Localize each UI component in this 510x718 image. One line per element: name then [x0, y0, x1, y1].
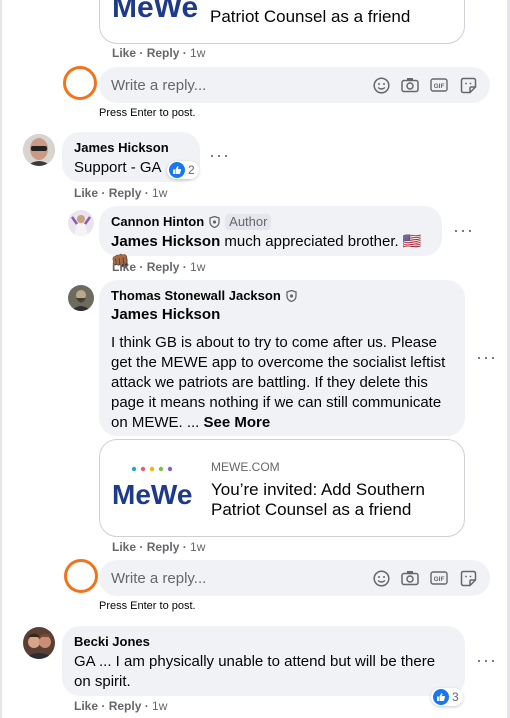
comment-author[interactable]: James Hickson [74, 140, 188, 156]
highlight-circle [64, 559, 98, 593]
mewe-logo: MeWe [112, 0, 199, 24]
timestamp[interactable]: 1w [190, 46, 205, 60]
like-reaction-icon [169, 162, 185, 178]
link-domain: MEWE.COM [211, 460, 280, 474]
more-options-icon[interactable]: ··· [209, 146, 230, 164]
timestamp[interactable]: 1w [152, 186, 167, 200]
timestamp[interactable]: 1w [190, 260, 205, 274]
like-link[interactable]: Like [112, 46, 136, 60]
like-link[interactable]: Like [74, 699, 98, 713]
comment-bubble-thomas-jackson: Thomas Stonewall Jackson James Hickson I… [99, 280, 465, 436]
link-title-line2: Patriot Counsel as a friend [210, 7, 411, 26]
avatar-thomas-stonewall-jackson[interactable] [68, 285, 94, 311]
like-link[interactable]: Like [112, 260, 136, 274]
comment-actions: Like · Reply · 1w [74, 186, 168, 200]
reply-link[interactable]: Reply [147, 540, 180, 554]
svg-text:GIF: GIF [434, 83, 445, 90]
shield-icon [209, 216, 220, 228]
like-reaction-icon [433, 689, 449, 705]
gif-icon[interactable]: GIF [429, 75, 449, 95]
reply-link[interactable]: Reply [109, 699, 142, 713]
like-link[interactable]: Like [112, 540, 136, 554]
reply-link[interactable]: Reply [147, 46, 180, 60]
avatar-cannon-hinton[interactable] [68, 210, 94, 236]
press-enter-hint: Press Enter to post. [99, 600, 196, 612]
more-options-icon[interactable]: ··· [476, 348, 497, 366]
more-options-icon[interactable]: ··· [476, 651, 497, 669]
comment-bubble-cannon-hinton: Cannon Hinton Author James Hickson much … [99, 206, 442, 270]
camera-icon[interactable] [400, 75, 420, 95]
shield-icon [286, 290, 297, 302]
see-more-link[interactable]: See More [204, 414, 271, 431]
comment-actions: Like · Reply · 1w [112, 260, 206, 274]
comment-author[interactable]: Becki Jones [74, 634, 453, 650]
reaction-number: 2 [188, 163, 195, 177]
reaction-count[interactable]: 2 [167, 161, 199, 179]
mewe-logo: MeWe [110, 462, 192, 512]
reply-input[interactable]: Write a reply... GIF [99, 67, 490, 103]
comment-actions-top: Like · Reply · 1w [112, 46, 206, 60]
reply-input[interactable]: Write a reply... GIF [99, 560, 490, 596]
comment-bubble-becki-jones: Becki Jones GA ... I am physically unabl… [62, 626, 465, 696]
camera-icon[interactable] [400, 568, 420, 588]
sticker-icon[interactable] [458, 568, 478, 588]
svg-text:MeWe: MeWe [112, 479, 192, 510]
svg-text:GIF: GIF [434, 576, 445, 583]
reaction-number: 3 [452, 690, 459, 704]
highlight-circle [63, 66, 97, 100]
timestamp[interactable]: 1w [190, 540, 205, 554]
reply-link[interactable]: Reply [109, 186, 142, 200]
author-badge: Author [225, 214, 272, 230]
mention-link[interactable]: James Hickson [111, 233, 220, 250]
mention-link[interactable]: James Hickson [111, 305, 453, 325]
like-link[interactable]: Like [74, 186, 98, 200]
avatar-becki-jones[interactable] [23, 627, 55, 659]
press-enter-hint: Press Enter to post. [99, 107, 196, 119]
timestamp[interactable]: 1w [152, 699, 167, 713]
reply-placeholder: Write a reply... [111, 569, 207, 587]
link-preview-card-top[interactable]: MeWe Patriot Counsel as a friend [99, 0, 465, 44]
emoji-icon[interactable] [371, 75, 391, 95]
avatar-james-hickson[interactable] [23, 134, 55, 166]
comment-text: I think GB is about to try to come after… [111, 334, 446, 431]
comment-author[interactable]: Thomas Stonewall Jackson [111, 288, 281, 304]
link-preview-card[interactable]: MeWe MEWE.COM You’re invited: Add Southe… [99, 439, 465, 537]
gif-icon[interactable]: GIF [429, 568, 449, 588]
more-options-icon[interactable]: ··· [453, 221, 474, 239]
comment-author[interactable]: Cannon Hinton [111, 214, 204, 230]
comment-text: GA ... I am physically unable to attend … [74, 653, 436, 690]
sticker-icon[interactable] [458, 75, 478, 95]
comments-panel: MeWe Patriot Counsel as a friend Like · … [0, 0, 510, 718]
reply-link[interactable]: Reply [147, 260, 180, 274]
emoji-icon[interactable] [371, 568, 391, 588]
reply-placeholder: Write a reply... [111, 76, 207, 94]
reaction-count[interactable]: 3 [431, 688, 463, 706]
comment-actions: Like · Reply · 1w [74, 699, 168, 713]
comment-actions: Like · Reply · 1w [112, 540, 206, 554]
link-title: You’re invited: Add Southern Patriot Cou… [211, 480, 425, 519]
